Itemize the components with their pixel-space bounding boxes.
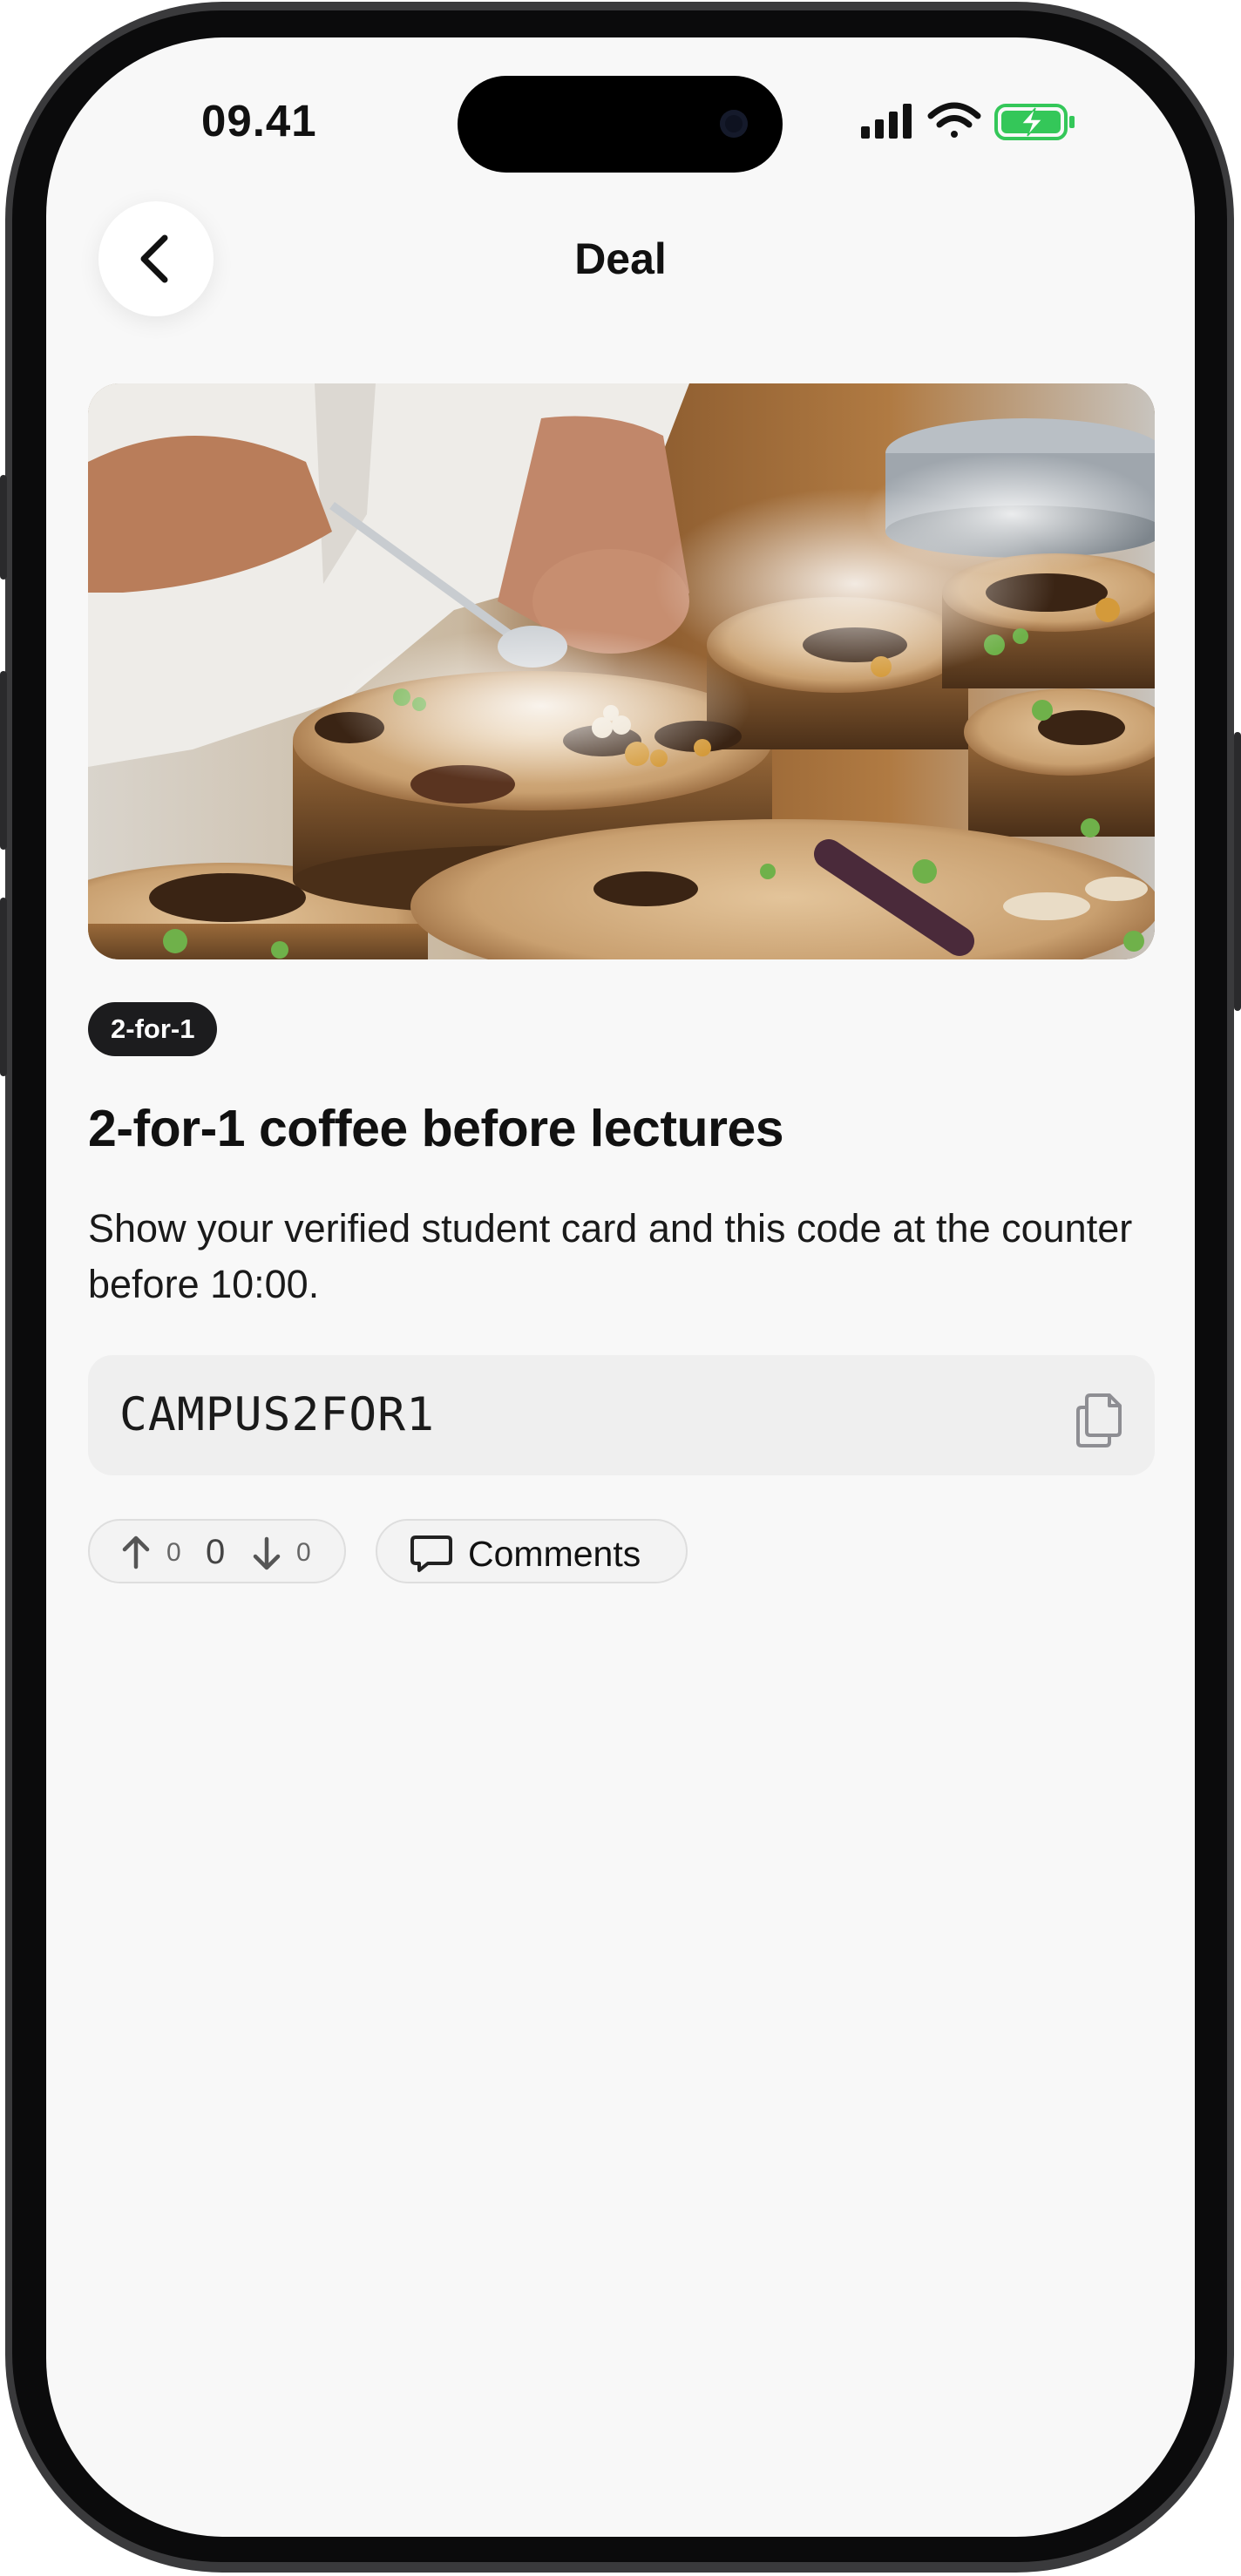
action-button xyxy=(0,475,7,580)
vote-score: 0 xyxy=(206,1533,226,1571)
dynamic-island xyxy=(458,76,783,173)
deal-hero-image xyxy=(88,383,1155,959)
promo-code[interactable]: CAMPUS2FOR1 xyxy=(119,1388,435,1441)
upvote-icon[interactable] xyxy=(121,1535,151,1569)
vote-control: 0 0 0 xyxy=(88,1519,346,1583)
screen: 09.41 Deal 2-for-1 2-for-1 coffee before… xyxy=(46,37,1195,2537)
volume-down-button xyxy=(0,898,7,1076)
battery-charging-icon xyxy=(994,104,1075,140)
copy-icon[interactable] xyxy=(1073,1390,1125,1447)
deal-title: 2-for-1 coffee before lectures xyxy=(88,1100,784,1157)
power-button xyxy=(1234,732,1241,1011)
comments-button[interactable]: Comments xyxy=(376,1519,688,1583)
food-photo-image xyxy=(88,383,1155,959)
upvote-count: 0 xyxy=(166,1538,181,1567)
chat-bubble-icon xyxy=(410,1535,452,1572)
front-camera xyxy=(720,110,748,138)
downvote-count: 0 xyxy=(296,1538,311,1567)
status-icons xyxy=(861,102,1075,140)
downvote-icon[interactable] xyxy=(252,1536,281,1571)
deal-type-badge: 2-for-1 xyxy=(88,1002,218,1056)
promo-code-box: CAMPUS2FOR1 xyxy=(88,1355,1155,1475)
page-title: Deal xyxy=(574,234,667,283)
volume-up-button xyxy=(0,671,7,850)
wifi-icon xyxy=(927,102,981,138)
comments-label: Comments xyxy=(468,1534,641,1574)
status-time: 09.41 xyxy=(201,96,317,146)
deal-description: Show your verified student card and this… xyxy=(88,1206,1133,1306)
signal-icon xyxy=(861,104,912,139)
